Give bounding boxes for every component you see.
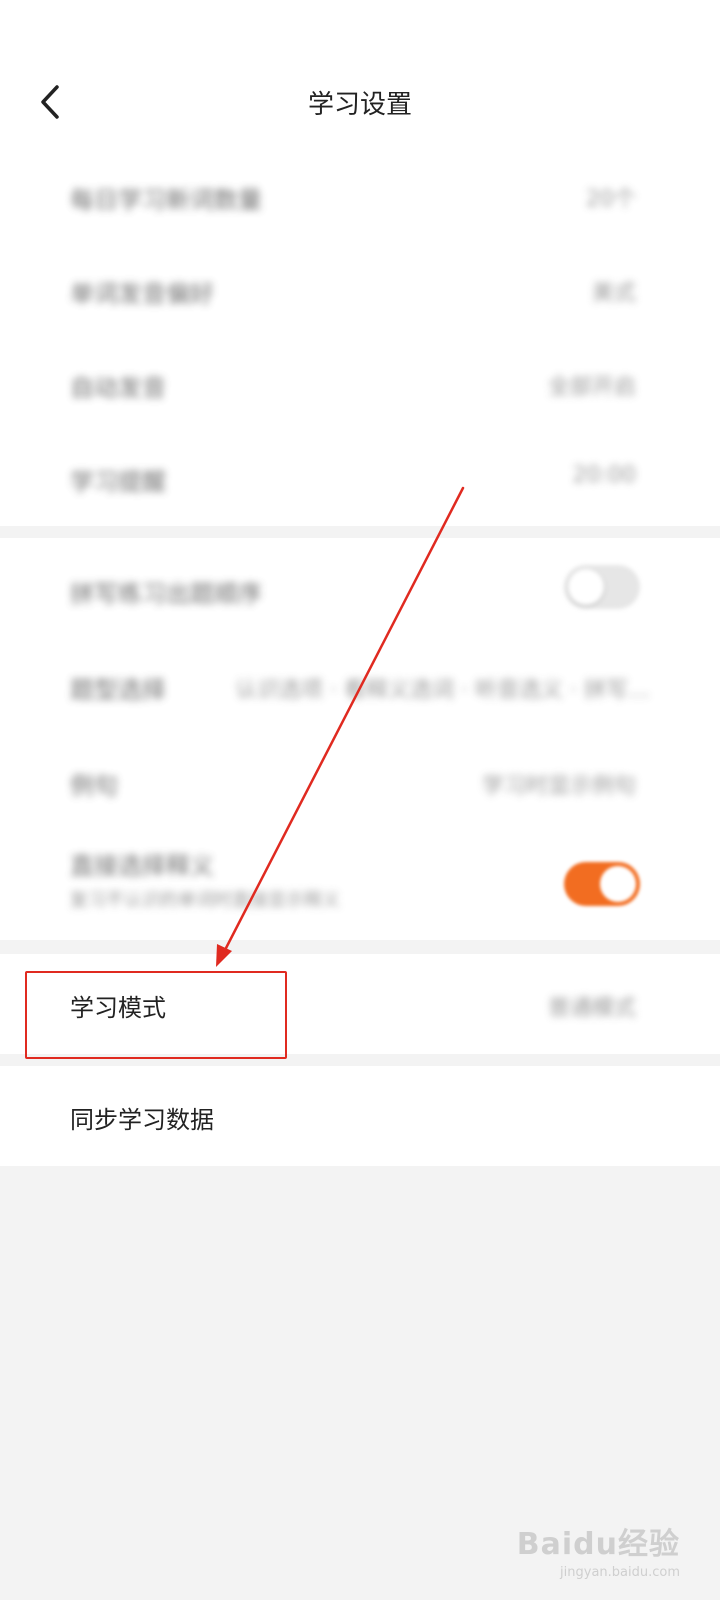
toggle-knob bbox=[568, 569, 604, 605]
setting-row-question-types[interactable]: 题型选择 认识选项 · 看释义选词 · 听音选义 · 拼写… bbox=[0, 634, 720, 730]
direct-definition-toggle[interactable] bbox=[564, 862, 640, 906]
setting-sublabel: 复习不认识的单词时直接显示释义 bbox=[70, 890, 340, 911]
sync-data-label: 同步学习数据 bbox=[70, 1106, 214, 1134]
setting-value: 学习时显示例句 bbox=[481, 774, 636, 799]
setting-value: 全部开启 bbox=[547, 375, 636, 400]
spelling-order-toggle[interactable] bbox=[564, 565, 640, 609]
setting-row-example-sentences[interactable]: 例句 学习时显示例句 bbox=[0, 730, 720, 826]
watermark: Baidu经验 jingyan.baidu.com bbox=[517, 1519, 680, 1580]
setting-row-reminder[interactable]: 学习提醒 20:00 bbox=[0, 432, 720, 526]
app-header: 学习设置 bbox=[0, 0, 720, 150]
setting-row-sync-data[interactable]: 同步学习数据 bbox=[0, 1066, 720, 1166]
setting-label: 学习提醒 bbox=[70, 468, 166, 496]
sync-section: 同步学习数据 bbox=[0, 1066, 720, 1166]
practice-settings-section: 拼写练习出题顺序 题型选择 认识选项 · 看释义选词 · 听音选义 · 拼写… … bbox=[0, 538, 720, 940]
setting-label: 直接选择释义 bbox=[70, 852, 214, 880]
setting-label: 例句 bbox=[70, 772, 118, 800]
setting-row-pronunciation[interactable]: 单词发音偏好 美式 bbox=[0, 244, 720, 338]
setting-label: 单词发音偏好 bbox=[70, 280, 214, 308]
setting-label: 拼写练习出题顺序 bbox=[70, 580, 262, 608]
setting-row-spelling-order[interactable]: 拼写练习出题顺序 bbox=[0, 538, 720, 634]
setting-value: 认识选项 · 看释义选词 · 听音选义 · 拼写… bbox=[235, 678, 650, 703]
study-mode-value: 普通模式 bbox=[547, 996, 636, 1021]
annotation-highlight-box bbox=[25, 971, 287, 1059]
setting-label: 每日学习新词数量 bbox=[70, 186, 262, 214]
setting-value: 20个 bbox=[586, 187, 636, 212]
setting-row-direct-definition[interactable]: 直接选择释义 复习不认识的单词时直接显示释义 bbox=[0, 826, 720, 940]
setting-label: 自动发音 bbox=[70, 374, 166, 402]
toggle-knob bbox=[600, 866, 636, 902]
setting-row-auto-play[interactable]: 自动发音 全部开启 bbox=[0, 338, 720, 432]
watermark-url: jingyan.baidu.com bbox=[560, 1565, 680, 1580]
setting-row-daily-words[interactable]: 每日学习新词数量 20个 bbox=[0, 150, 720, 244]
setting-label: 题型选择 bbox=[70, 676, 166, 704]
settings-page: 学习设置 每日学习新词数量 20个 单词发音偏好 美式 自动发音 全部开启 学习… bbox=[0, 0, 720, 1600]
page-title: 学习设置 bbox=[307, 90, 412, 120]
study-settings-section: 每日学习新词数量 20个 单词发音偏好 美式 自动发音 全部开启 学习提醒 20… bbox=[0, 150, 720, 526]
watermark-logo: Baidu经验 bbox=[516, 1527, 680, 1562]
setting-value: 美式 bbox=[591, 281, 636, 306]
setting-value: 20:00 bbox=[572, 463, 636, 488]
